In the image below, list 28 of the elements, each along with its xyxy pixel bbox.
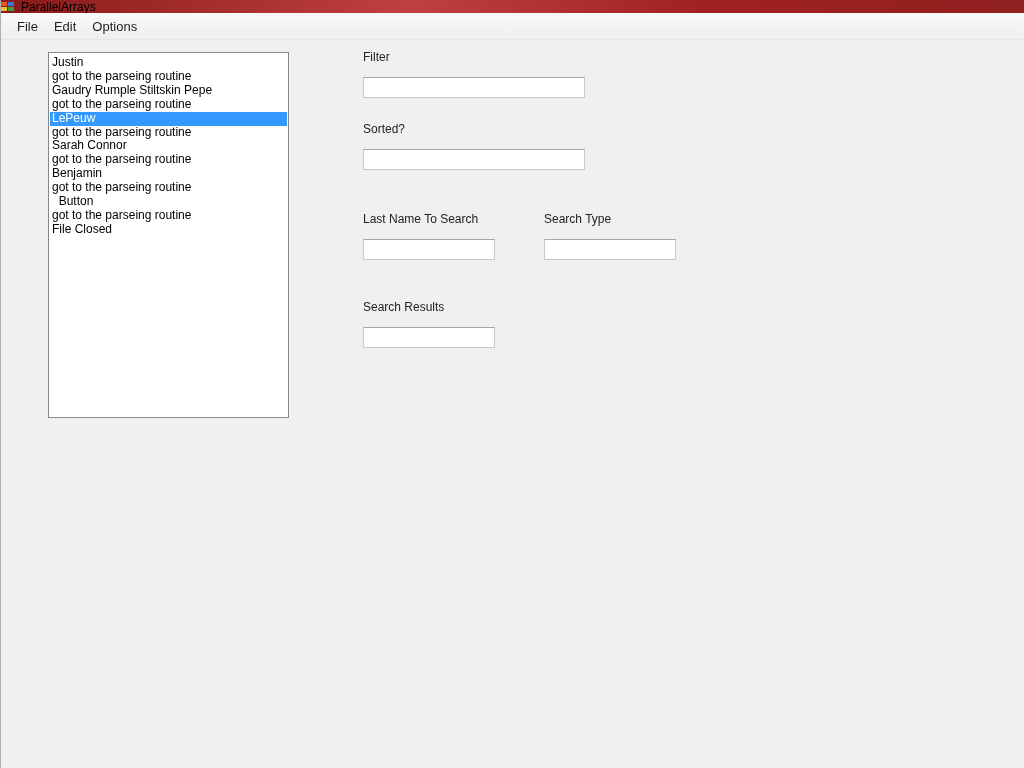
menu-item[interactable]: File <box>9 16 46 36</box>
window-title: ParallelArrays <box>21 1 96 13</box>
list-item[interactable]: Justin <box>50 56 287 70</box>
menu-item[interactable]: Edit <box>45 16 85 36</box>
field-label: Search Type <box>544 212 612 226</box>
list-item[interactable]: got to the parseing routine <box>50 69 287 84</box>
list-item[interactable]: Gaudry Rumple Stiltskin Pepe <box>50 83 287 98</box>
list-item[interactable]: got to the parseing routine <box>50 97 287 112</box>
filter-field[interactable] <box>363 77 585 98</box>
window-app-icon <box>1 2 15 12</box>
last-name-field[interactable] <box>363 239 495 260</box>
list-item[interactable]: got to the parseing routine <box>50 208 287 223</box>
list-item[interactable]: Sarah Connor <box>50 139 287 154</box>
field-label: Last Name To Search <box>363 212 479 226</box>
menu-item[interactable]: Options <box>84 16 146 36</box>
list-item[interactable]: Benjamin <box>50 167 287 182</box>
list-item[interactable]: got to the parseing routine <box>50 153 287 168</box>
list-item[interactable]: got to the parseing routine <box>50 125 287 140</box>
list-item[interactable]: Button <box>50 195 287 209</box>
log-listbox[interactable] <box>48 52 289 418</box>
search-results-field[interactable] <box>363 327 495 348</box>
list-item[interactable]: got to the parseing routine <box>50 181 287 196</box>
search-type-field[interactable] <box>544 239 676 260</box>
field-label: Filter <box>363 50 390 64</box>
field-label: Search Results <box>363 300 445 314</box>
field-label: Sorted? <box>363 122 406 136</box>
sorted-field[interactable] <box>363 149 585 170</box>
list-item[interactable]: File Closed <box>50 222 287 237</box>
